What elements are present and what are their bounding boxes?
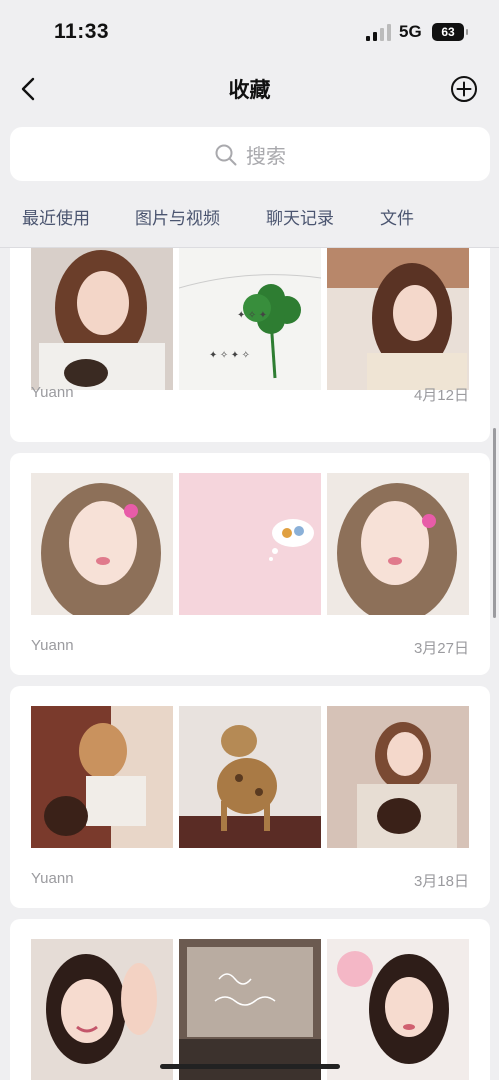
image-thumbnail[interactable] — [327, 939, 469, 1080]
card-user: Yuann — [31, 870, 74, 887]
search-icon — [215, 144, 237, 166]
image-thumbnail[interactable] — [327, 473, 469, 615]
tab-files[interactable]: 文件 — [380, 204, 414, 229]
image-thumbnail[interactable] — [179, 473, 321, 615]
image-thumbnail[interactable] — [327, 248, 469, 390]
favorite-card[interactable]: ✦ ✧ ✦ ✦ ✧ ✦ ✧ Yuann 4月12日 — [10, 248, 490, 442]
cellular-signal-icon — [366, 24, 391, 41]
page-title: 收藏 — [228, 79, 271, 102]
tab-recent[interactable]: 最近使用 — [22, 204, 90, 229]
nav-bar: 收藏 — [0, 62, 499, 116]
status-time: 11:33 — [54, 20, 110, 43]
scrollbar[interactable] — [493, 428, 496, 618]
image-thumbnail[interactable] — [179, 706, 321, 848]
favorites-list: ✦ ✧ ✦ ✦ ✧ ✦ ✧ Yuann 4月12日 Yuann 3月27日 Yu… — [0, 248, 499, 1080]
image-thumbnail[interactable] — [31, 248, 173, 390]
tab-images-videos[interactable]: 图片与视频 — [135, 204, 220, 229]
image-thumbnail[interactable] — [179, 939, 321, 1080]
add-circle-icon[interactable] — [449, 74, 479, 104]
card-date: 3月18日 — [413, 873, 469, 890]
image-thumbnail[interactable] — [327, 706, 469, 848]
favorite-card[interactable]: Yuann 3月27日 — [10, 453, 490, 675]
category-tabs: 最近使用 图片与视频 聊天记录 文件 — [0, 190, 499, 248]
image-thumbnail[interactable]: ✦ ✧ ✦ ✦ ✧ ✦ ✧ — [179, 248, 321, 390]
battery-icon: 63 — [432, 23, 468, 41]
image-thumbnail[interactable] — [31, 939, 173, 1080]
card-user: Yuann — [31, 637, 74, 654]
card-date: 3月27日 — [413, 640, 469, 657]
svg-text:✦ ✧ ✦: ✦ ✧ ✦ — [237, 310, 267, 321]
network-type: 5G — [399, 22, 422, 41]
svg-text:✦ ✧ ✦ ✧: ✦ ✧ ✦ ✧ — [209, 350, 250, 361]
status-bar: 11:33 5G 63 — [0, 0, 499, 62]
image-thumbnail[interactable] — [31, 473, 173, 615]
search-input[interactable]: 搜索 — [10, 127, 490, 181]
tab-chat-history[interactable]: 聊天记录 — [266, 204, 334, 229]
search-placeholder: 搜索 — [246, 146, 286, 168]
favorite-card[interactable]: Yuann 3月18日 — [10, 686, 490, 908]
home-indicator[interactable] — [160, 1064, 340, 1069]
card-user: Yuann — [31, 384, 74, 401]
favorite-card[interactable] — [10, 919, 490, 1080]
card-date: 4月12日 — [413, 387, 469, 404]
image-thumbnail[interactable] — [31, 706, 173, 848]
